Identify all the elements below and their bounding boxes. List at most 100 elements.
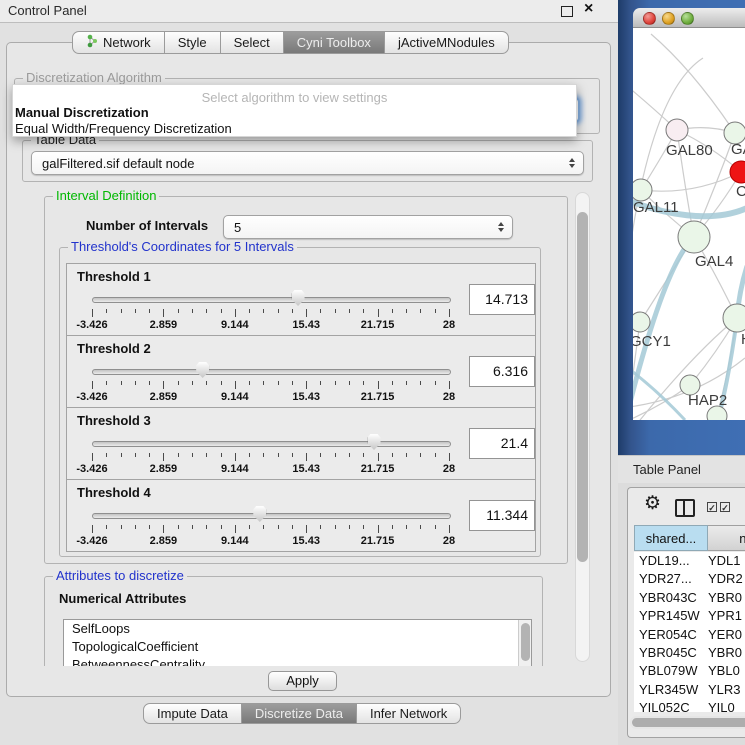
- slider-tick: [235, 453, 236, 461]
- network-node-label: GAL11: [633, 199, 679, 216]
- table-row[interactable]: YBR043CYBR0: [634, 589, 745, 607]
- settings-scroll-viewport: Interval Definition Number of Intervals …: [38, 188, 572, 666]
- scrollbar-thumb[interactable]: [632, 718, 745, 727]
- close-icon[interactable]: ×: [584, 0, 593, 18]
- attributes-list-scrollbar[interactable]: [518, 620, 531, 666]
- table-data-combobox[interactable]: galFiltered.sif default node: [31, 151, 584, 175]
- network-node-gcy1[interactable]: [633, 312, 650, 332]
- network-node-gal4[interactable]: [678, 221, 710, 253]
- numerical-attributes-list[interactable]: SelfLoopsTopologicalCoefficientBetweenne…: [63, 619, 532, 666]
- threshold-value-field[interactable]: 21.4: [469, 428, 535, 459]
- threshold-slider-track[interactable]: [92, 369, 451, 375]
- threshold-value-field[interactable]: 14.713: [469, 284, 535, 315]
- slider-tick: [235, 309, 236, 317]
- column-header-name[interactable]: na: [708, 525, 745, 551]
- slider-tick: [349, 453, 350, 457]
- network-node-gal80[interactable]: [666, 119, 688, 141]
- tab-style[interactable]: Style: [164, 31, 221, 54]
- slider-tick: [178, 309, 179, 313]
- slider-tick: [435, 309, 436, 313]
- slider-tick: [378, 453, 379, 461]
- slider-tick: [435, 525, 436, 529]
- panel-scrollbar[interactable]: [575, 192, 590, 662]
- threshold-value-field[interactable]: 11.344: [469, 500, 535, 531]
- table-row[interactable]: YLR345WYLR3: [634, 681, 745, 699]
- threshold-value-field[interactable]: 6.316: [469, 356, 535, 387]
- table-row[interactable]: YDL19...YDL1: [634, 552, 745, 570]
- threshold-slider-handle[interactable]: [253, 506, 266, 522]
- threshold-slider-track[interactable]: [92, 441, 451, 447]
- attribute-list-item[interactable]: SelfLoops: [64, 620, 531, 638]
- stepper-arrows-icon: [498, 222, 504, 232]
- number-of-intervals-combobox[interactable]: 5: [223, 215, 513, 239]
- scrollbar-thumb[interactable]: [577, 212, 588, 562]
- network-view-frame: GAL80GACGAL11GAL4GCY1HHAP2: [618, 0, 745, 455]
- slider-tick: [135, 525, 136, 529]
- slider-tick-label: 21.715: [361, 319, 395, 331]
- numerical-attributes-label: Numerical Attributes: [59, 591, 186, 606]
- table-row[interactable]: YPR145WYPR1: [634, 607, 745, 625]
- checkbox-icon[interactable]: ✓: [707, 502, 717, 512]
- gear-icon[interactable]: ⚙: [644, 494, 661, 514]
- tab-infer-network[interactable]: Infer Network: [356, 703, 461, 724]
- slider-tick: [320, 453, 321, 457]
- table-row[interactable]: YER054CYER0: [634, 626, 745, 644]
- close-traffic-light-icon[interactable]: [643, 12, 656, 25]
- slider-tick: [349, 525, 350, 529]
- slider-tick: [92, 525, 93, 533]
- network-view-window: GAL80GACGAL11GAL4GCY1HHAP2: [633, 8, 745, 420]
- network-window-titlebar[interactable]: [633, 8, 745, 28]
- tab-cyni-toolbox[interactable]: Cyni Toolbox: [283, 31, 385, 54]
- table-row[interactable]: YBR045CYBR0: [634, 644, 745, 662]
- shared-name-cell: YDR27...: [634, 570, 708, 588]
- column-header-shared[interactable]: shared...: [634, 525, 708, 551]
- name-cell: YBR0: [708, 644, 745, 662]
- slider-tick: [106, 453, 107, 457]
- minimize-traffic-light-icon[interactable]: [662, 12, 675, 25]
- checkbox-icon[interactable]: ✓: [720, 502, 730, 512]
- threshold-slider-handle[interactable]: [196, 362, 209, 378]
- table-row[interactable]: YIL052CYIL0: [634, 699, 745, 712]
- threshold-label: Threshold 1: [77, 269, 151, 284]
- table-horizontal-scrollbar[interactable]: [630, 716, 745, 729]
- slider-tick-label: 15.43: [292, 463, 320, 475]
- slider-tick-label: 2.859: [150, 535, 178, 547]
- threshold-coordinates-group-title: Threshold's Coordinates for 5 Intervals: [68, 240, 297, 254]
- tab-discretize-data[interactable]: Discretize Data: [241, 703, 357, 724]
- threshold-label: Threshold 4: [77, 485, 151, 500]
- threshold-slider-track[interactable]: [92, 297, 451, 303]
- slider-tick: [106, 525, 107, 529]
- slider-tick: [249, 381, 250, 385]
- slider-tick-label: 15.43: [292, 391, 320, 403]
- attribute-list-item[interactable]: TopologicalCoefficient: [64, 638, 531, 656]
- scrollbar-thumb[interactable]: [521, 623, 530, 661]
- tab-network[interactable]: Network: [72, 31, 165, 54]
- slider-tick: [278, 525, 279, 529]
- apply-button[interactable]: Apply: [268, 671, 337, 691]
- tab-impute-data[interactable]: Impute Data: [143, 703, 242, 724]
- tab-select[interactable]: Select: [220, 31, 284, 54]
- slider-tick: [406, 381, 407, 385]
- table-row[interactable]: YBL079WYBL0: [634, 662, 745, 680]
- zoom-traffic-light-icon[interactable]: [681, 12, 694, 25]
- network-edge: [641, 172, 741, 191]
- float-window-icon[interactable]: [561, 6, 573, 17]
- slider-tick: [221, 381, 222, 385]
- network-node-gal11[interactable]: [633, 179, 652, 201]
- tab-jactivemnodules[interactable]: jActiveMNodules: [384, 31, 509, 54]
- split-columns-icon[interactable]: [675, 499, 695, 517]
- threshold-slider-track[interactable]: [92, 513, 451, 519]
- slider-tick: [192, 525, 193, 529]
- slider-tick: [149, 453, 150, 457]
- threshold-slider-handle[interactable]: [292, 290, 305, 306]
- algorithm-option-manual-discretization[interactable]: Manual Discretization: [15, 105, 149, 120]
- network-node-label: C: [736, 183, 745, 200]
- algorithm-option-equal-width-frequency[interactable]: Equal Width/Frequency Discretization: [15, 121, 232, 136]
- attribute-list-item[interactable]: BetweennessCentrality: [64, 656, 531, 666]
- slider-tick: [292, 453, 293, 457]
- network-canvas[interactable]: GAL80GACGAL11GAL4GCY1HHAP2: [633, 28, 745, 420]
- slider-tick: [363, 381, 364, 385]
- threshold-slider-handle[interactable]: [368, 434, 381, 450]
- table-row[interactable]: YDR27...YDR2: [634, 570, 745, 588]
- slider-tick: [235, 381, 236, 389]
